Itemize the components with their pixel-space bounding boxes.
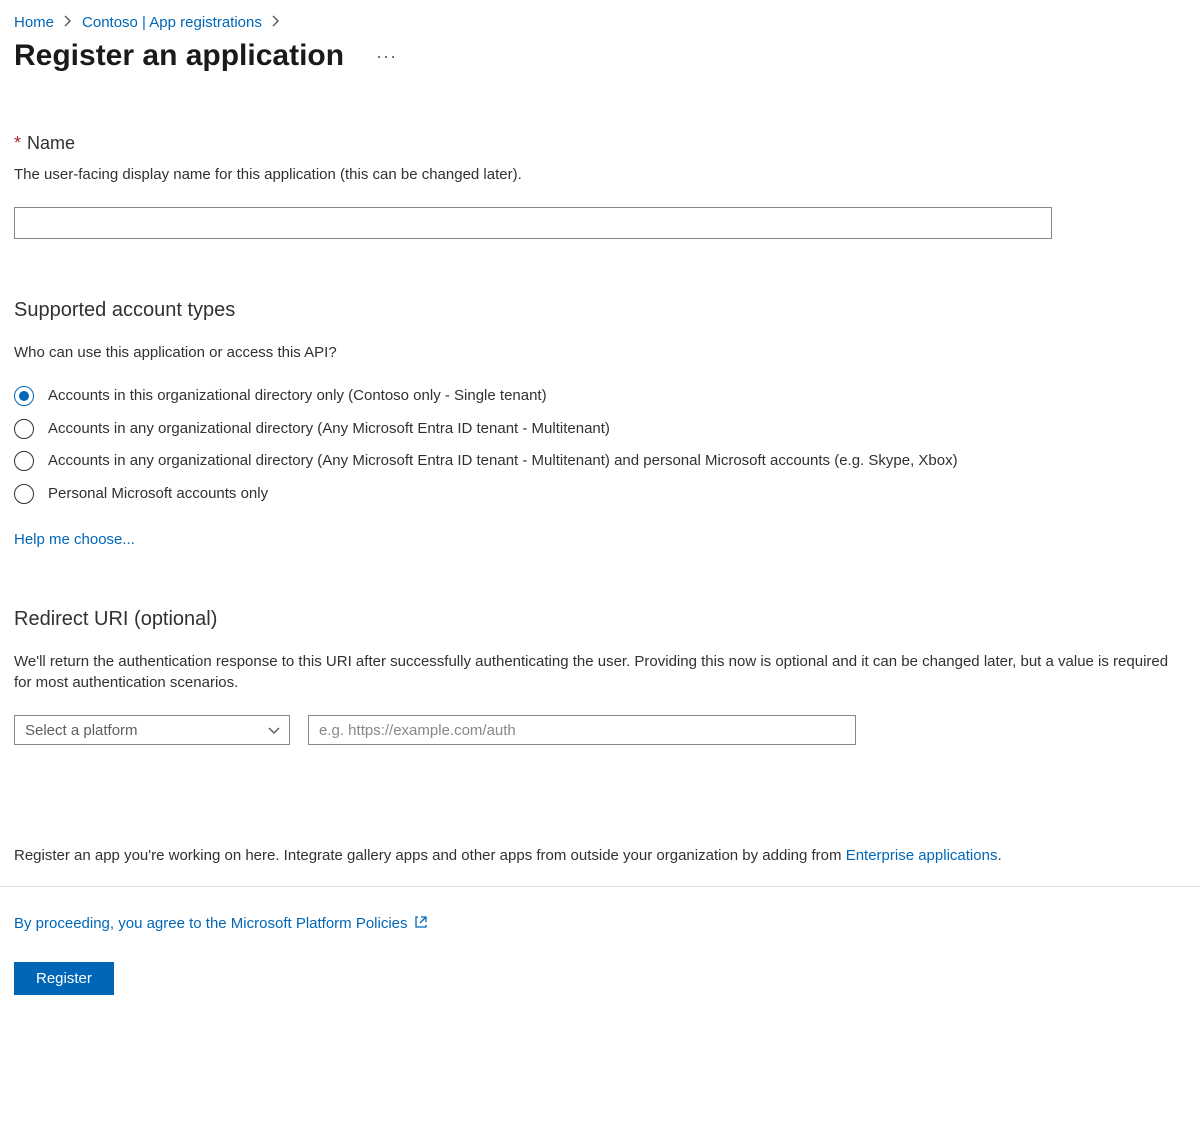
name-label-text: Name xyxy=(27,133,75,153)
radio-label: Accounts in any organizational directory… xyxy=(48,418,610,441)
help-me-choose-link[interactable]: Help me choose... xyxy=(14,531,135,548)
name-section: * Name The user-facing display name for t… xyxy=(14,133,1186,239)
name-input[interactable] xyxy=(14,207,1052,239)
enterprise-applications-link[interactable]: Enterprise applications xyxy=(846,847,998,864)
redirect-row: Select a platform xyxy=(14,715,1186,745)
name-label: * Name xyxy=(14,133,1186,154)
account-type-option-3[interactable]: Personal Microsoft accounts only xyxy=(14,483,1186,506)
platform-select-box[interactable]: Select a platform xyxy=(14,715,290,745)
account-type-option-2[interactable]: Accounts in any organizational directory… xyxy=(14,450,1186,473)
name-description: The user-facing display name for this ap… xyxy=(14,164,1186,185)
redirect-uri-input[interactable] xyxy=(308,715,856,745)
radio-icon xyxy=(14,451,34,471)
account-types-section: Supported account types Who can use this… xyxy=(14,299,1186,548)
radio-icon xyxy=(14,386,34,406)
redirect-description: We'll return the authentication response… xyxy=(14,651,1186,693)
radio-label: Personal Microsoft accounts only xyxy=(48,483,268,506)
platform-policies-link[interactable]: By proceeding, you agree to the Microsof… xyxy=(14,915,408,932)
breadcrumb-home[interactable]: Home xyxy=(14,14,54,31)
policy-line: By proceeding, you agree to the Microsof… xyxy=(14,915,1186,932)
page-title: Register an application xyxy=(14,39,344,73)
more-menu-icon[interactable]: ··· xyxy=(368,42,405,71)
external-link-icon xyxy=(414,915,428,932)
account-types-heading: Supported account types xyxy=(14,299,1186,322)
redirect-heading: Redirect URI (optional) xyxy=(14,608,1186,631)
chevron-right-icon xyxy=(64,14,72,31)
radio-icon xyxy=(14,484,34,504)
account-type-option-0[interactable]: Accounts in this organizational director… xyxy=(14,385,1186,408)
footer-note-suffix: . xyxy=(997,847,1001,864)
account-types-radio-group: Accounts in this organizational director… xyxy=(14,385,1186,505)
platform-select[interactable]: Select a platform xyxy=(14,715,290,745)
redirect-uri-section: Redirect URI (optional) We'll return the… xyxy=(14,608,1186,745)
radio-icon xyxy=(14,419,34,439)
breadcrumb: Home Contoso | App registrations xyxy=(14,14,1186,31)
account-types-question: Who can use this application or access t… xyxy=(14,342,1186,363)
footer-divider xyxy=(0,886,1200,887)
register-button[interactable]: Register xyxy=(14,962,114,995)
account-type-option-1[interactable]: Accounts in any organizational directory… xyxy=(14,418,1186,441)
chevron-right-icon xyxy=(272,14,280,31)
radio-label: Accounts in this organizational director… xyxy=(48,385,547,408)
breadcrumb-contoso[interactable]: Contoso | App registrations xyxy=(82,14,262,31)
required-indicator: * xyxy=(14,133,21,153)
footer-note: Register an app you're working on here. … xyxy=(14,845,1186,866)
title-row: Register an application ··· xyxy=(14,39,1186,73)
platform-select-value: Select a platform xyxy=(25,722,138,739)
footer-note-prefix: Register an app you're working on here. … xyxy=(14,847,846,864)
radio-label: Accounts in any organizational directory… xyxy=(48,450,958,473)
